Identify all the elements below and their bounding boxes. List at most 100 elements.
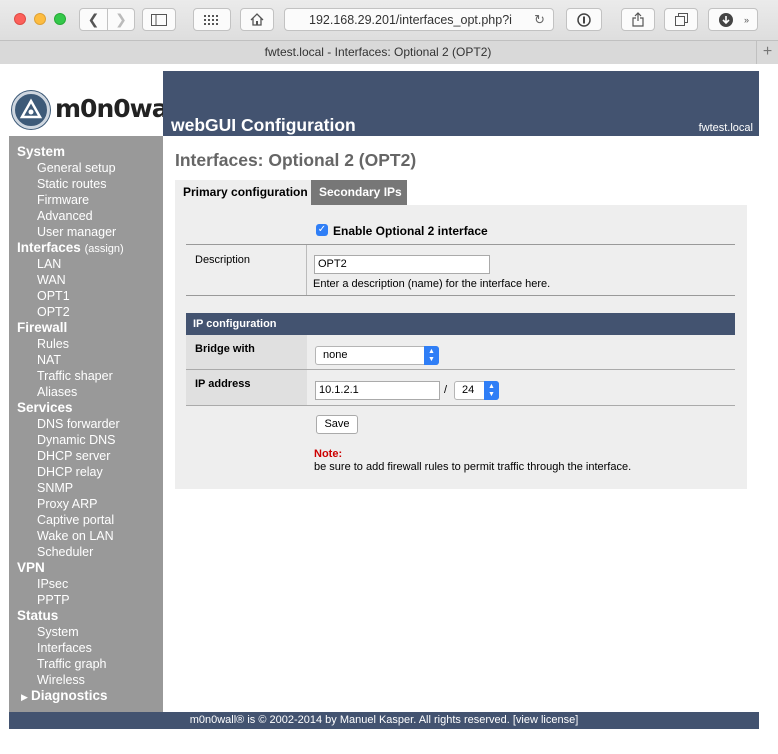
sidebar-item-proxy-arp[interactable]: Proxy ARP — [37, 497, 97, 511]
address-bar[interactable]: 192.168.29.201/interfaces_opt.php?i ↻ — [284, 8, 554, 31]
logo-circle-icon — [12, 91, 50, 129]
description-label: Description — [195, 254, 251, 266]
home-button[interactable] — [240, 8, 274, 31]
chevron-right-icon: ❯ — [115, 11, 127, 27]
sidebar-item-opt1[interactable]: OPT1 — [37, 289, 70, 303]
sidebar-section-services: Services — [17, 400, 73, 415]
home-icon — [250, 13, 264, 26]
enable-interface-label: Enable Optional 2 interface — [333, 224, 488, 238]
bridge-select-value: none — [323, 349, 348, 361]
window-minimize-button[interactable] — [34, 13, 46, 25]
sidebar-item-advanced[interactable]: Advanced — [37, 209, 93, 223]
ip-address-label-cell: IP address — [186, 370, 307, 405]
note-text: be sure to add firewall rules to permit … — [314, 461, 632, 473]
history-navigation: ❮ ❯ — [79, 8, 135, 31]
tabs-icon — [674, 13, 688, 26]
chevron-left-icon: ❮ — [87, 11, 100, 27]
chevron-updown-icon: ▲ ▼ — [424, 346, 439, 365]
ip-address-input[interactable]: 10.1.2.1 — [315, 381, 440, 400]
sidebar-item-nat[interactable]: NAT — [37, 353, 61, 367]
sidebar-item-rules[interactable]: Rules — [37, 337, 69, 351]
share-icon — [632, 12, 644, 27]
subnet-bits-value: 24 — [462, 384, 475, 396]
extension-button[interactable] — [566, 8, 602, 31]
page-footer: m0n0wall® is © 2002-2014 by Manuel Kaspe… — [9, 712, 759, 729]
sidebar-section-system: System — [17, 144, 66, 159]
url-text: 192.168.29.201/interfaces_opt.php?i — [309, 12, 512, 27]
sidebar-item-wireless[interactable]: Wireless — [37, 673, 85, 687]
main-content: Interfaces: Optional 2 (OPT2) Primary co… — [163, 136, 759, 712]
back-button[interactable]: ❮ — [80, 9, 107, 30]
configuration-form: ✓ Enable Optional 2 interface Descriptio… — [175, 205, 747, 489]
sidebar-section-interfaces: Interfaces (assign) — [17, 240, 124, 255]
web-page: m0n0wall® webGUI Configuration fwtest.lo… — [0, 64, 778, 754]
sidebar-item-status-interfaces[interactable]: Interfaces — [37, 641, 92, 655]
reload-icon[interactable]: ↻ — [534, 12, 545, 28]
sidebar-item-scheduler[interactable]: Scheduler — [37, 545, 93, 559]
window-fullscreen-button[interactable] — [54, 13, 66, 25]
share-button[interactable] — [621, 8, 655, 31]
sidebar-item-traffic-shaper[interactable]: Traffic shaper — [37, 369, 113, 383]
show-tabs-button[interactable] — [664, 8, 698, 31]
sidebar-item-traffic-graph[interactable]: Traffic graph — [37, 657, 106, 671]
chevron-double-right-icon: » — [743, 15, 749, 25]
sidebar-item-ipsec[interactable]: IPsec — [37, 577, 68, 591]
browser-toolbar: ❮ ❯ 192.168.29.201/interfaces_opt.php?i … — [0, 0, 778, 64]
sidebar: System General setup Static routes Firmw… — [9, 136, 163, 712]
bridge-select[interactable]: none ▲ ▼ — [315, 346, 439, 365]
note-label: Note: — [314, 448, 343, 460]
sidebar-item-aliases[interactable]: Aliases — [37, 385, 77, 399]
tab-secondary-ips[interactable]: Secondary IPs — [311, 180, 407, 205]
logo: m0n0wall® — [9, 71, 190, 136]
save-button[interactable]: Save — [316, 415, 358, 434]
bridge-label-cell: Bridge with — [186, 335, 307, 369]
enable-interface-checkbox[interactable]: ✓ — [316, 224, 328, 236]
header-hostname: fwtest.local — [698, 122, 753, 134]
sidebar-item-static-routes[interactable]: Static routes — [37, 177, 106, 191]
chevron-updown-icon: ▲ ▼ — [484, 381, 499, 400]
bridge-row: Bridge with none ▲ ▼ — [186, 335, 735, 370]
sidebar-item-pptp[interactable]: PPTP — [37, 593, 70, 607]
sidebar-item-snmp[interactable]: SNMP — [37, 481, 73, 495]
sidebar-item-status-system[interactable]: System — [37, 625, 79, 639]
ip-address-row: IP address 10.1.2.1 / 24 ▲ ▼ — [186, 370, 735, 406]
sidebar-item-user-manager[interactable]: User manager — [37, 225, 116, 239]
description-label-cell: Description — [186, 245, 307, 295]
sidebar-toggle-button[interactable] — [142, 8, 176, 31]
sidebar-item-firmware[interactable]: Firmware — [37, 193, 89, 207]
description-help-text: Enter a description (name) for the inter… — [313, 278, 551, 290]
sidebar-item-dhcp-server[interactable]: DHCP server — [37, 449, 110, 463]
subnet-bits-select[interactable]: 24 ▲ ▼ — [454, 381, 499, 400]
assign-link[interactable]: (assign) — [85, 243, 124, 255]
sidebar-item-general-setup[interactable]: General setup — [37, 161, 116, 175]
downloads-button[interactable]: » — [708, 8, 758, 31]
sidebar-item-dynamic-dns[interactable]: Dynamic DNS — [37, 433, 116, 447]
window-close-button[interactable] — [14, 13, 26, 25]
description-input[interactable]: OPT2 — [314, 255, 490, 274]
sidebar-item-dns-forwarder[interactable]: DNS forwarder — [37, 417, 120, 431]
page-header: webGUI Configuration fwtest.local — [163, 71, 759, 136]
sidebar-section-vpn: VPN — [17, 560, 45, 575]
new-tab-button[interactable]: + — [756, 41, 778, 64]
forward-button[interactable]: ❯ — [106, 9, 134, 30]
download-icon — [719, 12, 733, 27]
sidebar-item-wan[interactable]: WAN — [37, 273, 66, 287]
grid-icon — [204, 14, 218, 25]
sidebar-section-firewall: Firewall — [17, 320, 68, 335]
tab-active[interactable]: fwtest.local - Interfaces: Optional 2 (O… — [0, 45, 756, 59]
top-sites-button[interactable] — [193, 8, 231, 31]
enable-row: ✓ Enable Optional 2 interface — [186, 205, 735, 245]
sidebar-item-opt2[interactable]: OPT2 — [37, 305, 70, 319]
sidebar-item-wake-on-lan[interactable]: Wake on LAN — [37, 529, 114, 543]
sidebar-section-diagnostics[interactable]: Diagnostics — [31, 688, 108, 703]
tab-bar: fwtest.local - Interfaces: Optional 2 (O… — [0, 40, 778, 64]
subnet-separator: / — [444, 384, 448, 396]
sidebar-item-lan[interactable]: LAN — [37, 257, 61, 271]
sidebar-item-dhcp-relay[interactable]: DHCP relay — [37, 465, 103, 479]
sidebar-icon — [151, 13, 167, 26]
ip-address-label: IP address — [195, 378, 251, 390]
tab-primary-configuration[interactable]: Primary configuration — [175, 180, 311, 205]
triangle-right-icon[interactable]: ▶ — [21, 692, 28, 703]
description-row: Description OPT2 Enter a description (na… — [186, 245, 735, 296]
sidebar-item-captive-portal[interactable]: Captive portal — [37, 513, 114, 527]
